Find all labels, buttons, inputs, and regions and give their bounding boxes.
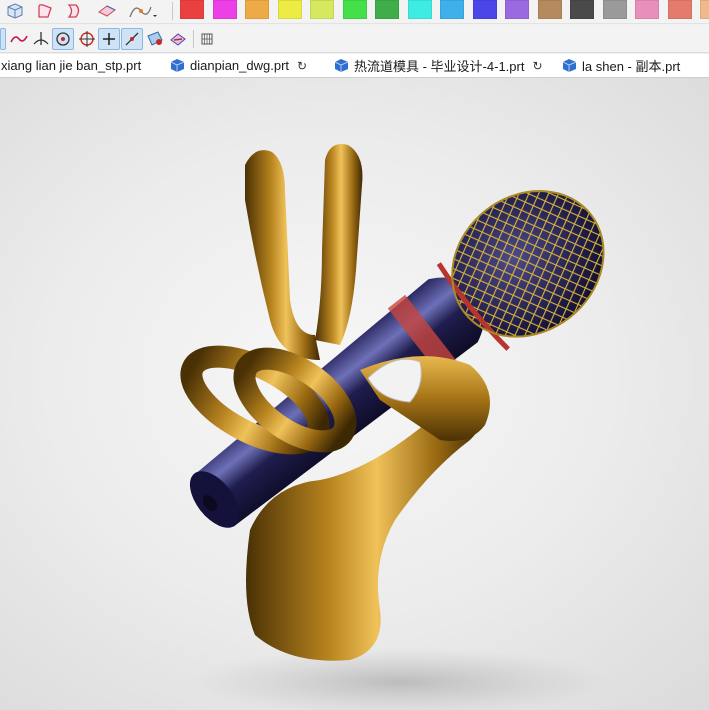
color-swatch[interactable] [570,0,594,19]
extrude-shape-icon[interactable] [64,0,86,22]
circle-center-icon[interactable] [52,28,74,50]
curve-edit-icon[interactable] [126,0,158,22]
view-cube-icon[interactable] [4,0,26,22]
part-file-icon [170,58,185,73]
color-swatch[interactable] [505,0,529,19]
surface-icon[interactable] [96,0,118,22]
color-swatch[interactable] [277,0,302,19]
sync-icon: ↻ [297,58,308,73]
toolbar-edge [0,28,6,50]
line-icon[interactable] [121,28,143,50]
toolbar-separator [193,30,194,48]
toolbar-separator [172,2,173,20]
tab-label: la shen - 副本.prt [582,59,681,74]
color-swatch[interactable] [180,0,204,19]
target-circle-icon[interactable] [76,28,98,50]
snap-toolbar [0,25,709,53]
color-swatch[interactable] [537,0,562,19]
section-view-icon[interactable] [167,28,189,50]
color-swatch[interactable] [375,0,399,19]
normal-axis-icon[interactable] [30,28,52,50]
part-file-icon [334,58,349,73]
tab-label: dianpian_dwg.prt [190,58,290,73]
tab-label: 热流道模具 - 毕业设计-4-1.prt [354,59,525,74]
part-file-icon [562,58,577,73]
sync-icon: ↻ [532,58,543,73]
color-swatch[interactable] [700,0,709,19]
tab-dianpian[interactable]: dianpian_dwg.prt ↻ [170,54,307,77]
file-tab-bar: xiang lian jie ban_stp.prt dianpian_dwg.… [0,54,709,78]
color-swatch[interactable] [342,0,367,19]
color-swatch[interactable] [310,0,334,19]
color-swatch[interactable] [245,0,269,19]
face-analysis-icon[interactable] [144,28,166,50]
color-swatch[interactable] [212,0,237,19]
tab-xiang-lian-jie-ban[interactable]: xiang lian jie ban_stp.prt [1,54,141,77]
sketch-curve-icon[interactable] [34,0,56,22]
color-swatch[interactable] [635,0,659,19]
spline-icon[interactable] [8,28,30,50]
model-render [180,144,610,710]
color-toolbar [0,0,709,24]
graphics-viewport[interactable] [0,78,709,710]
plus-point-icon[interactable] [98,28,120,50]
color-swatch[interactable] [667,0,692,19]
tab-la-shen-copy[interactable]: la shen - 副本.prt [562,54,680,77]
tab-hot-runner-mold[interactable]: 热流道模具 - 毕业设计-4-1.prt ↻ [334,54,543,77]
color-swatch[interactable] [407,0,432,19]
grid-icon[interactable] [196,28,218,50]
color-swatch[interactable] [472,0,497,19]
color-swatch[interactable] [602,0,627,19]
color-swatch[interactable] [440,0,464,19]
tab-label: xiang lian jie ban_stp.prt [1,58,142,73]
